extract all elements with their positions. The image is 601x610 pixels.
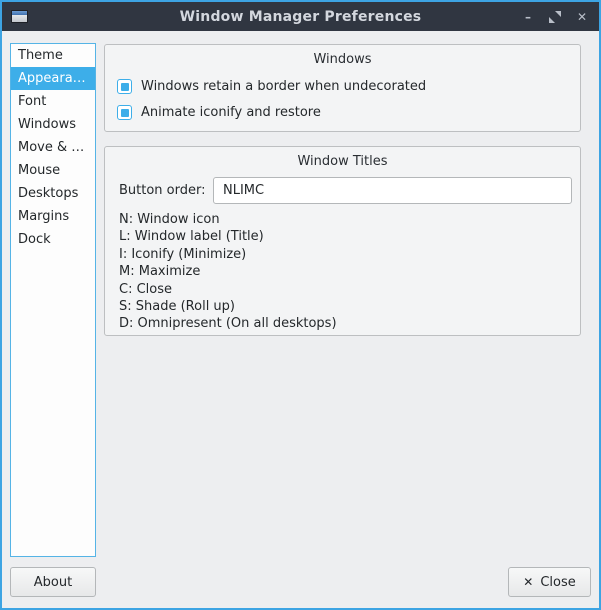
close-button[interactable]: ✕ Close	[508, 567, 591, 597]
window-title: Window Manager Preferences	[2, 9, 599, 25]
animate-iconify-option[interactable]: Animate iconify and restore	[117, 105, 580, 120]
maximize-button[interactable]	[546, 8, 564, 26]
undecorated-border-option[interactable]: Windows retain a border when undecorated	[117, 79, 580, 94]
legend-line: D: Omnipresent (On all desktops)	[119, 315, 337, 332]
close-button-label: Close	[540, 575, 575, 590]
legend-line: S: Shade (Roll up)	[119, 298, 337, 315]
sidebar-item-windows[interactable]: Windows	[11, 113, 95, 136]
windows-group-title: Windows	[105, 52, 580, 67]
button-order-row: Button order:	[119, 177, 572, 204]
sidebar-item-appearance[interactable]: Appeara…	[11, 67, 95, 90]
undecorated-border-checkbox[interactable]	[117, 79, 132, 94]
window-app-icon	[11, 10, 28, 23]
legend-line: I: Iconify (Minimize)	[119, 246, 337, 263]
windows-group: Windows Windows retain a border when und…	[104, 44, 581, 132]
animate-iconify-label: Animate iconify and restore	[141, 105, 321, 120]
sidebar-item-move-resize[interactable]: Move & …	[11, 136, 95, 159]
titlebar[interactable]: Window Manager Preferences – ✕	[2, 2, 599, 31]
legend-line: L: Window label (Title)	[119, 228, 337, 245]
animate-iconify-checkbox[interactable]	[117, 105, 132, 120]
sidebar-item-dock[interactable]: Dock	[11, 228, 95, 251]
button-order-input[interactable]	[213, 177, 572, 204]
close-window-button[interactable]: ✕	[573, 8, 591, 26]
minimize-button[interactable]: –	[519, 8, 537, 26]
sidebar-item-desktops[interactable]: Desktops	[11, 182, 95, 205]
legend-line: M: Maximize	[119, 263, 337, 280]
button-order-label: Button order:	[119, 183, 206, 198]
undecorated-border-label: Windows retain a border when undecorated	[141, 79, 426, 94]
close-button-icon: ✕	[523, 575, 533, 589]
about-button[interactable]: About	[10, 567, 96, 597]
sidebar-item-mouse[interactable]: Mouse	[11, 159, 95, 182]
window-manager-preferences-dialog: Window Manager Preferences – ✕ Theme App…	[0, 0, 601, 610]
category-list: Theme Appeara… Font Windows Move & … Mou…	[10, 43, 96, 557]
close-window-icon: ✕	[577, 10, 587, 24]
sidebar-item-margins[interactable]: Margins	[11, 205, 95, 228]
window-titles-group: Window Titles Button order: N: Window ic…	[104, 146, 581, 336]
titlebar-buttons: – ✕	[519, 2, 591, 31]
maximize-icon	[549, 11, 561, 23]
window-titles-group-title: Window Titles	[105, 154, 580, 169]
sidebar-item-font[interactable]: Font	[11, 90, 95, 113]
legend-line: C: Close	[119, 281, 337, 298]
sidebar-item-theme[interactable]: Theme	[11, 44, 95, 67]
minimize-icon: –	[525, 10, 531, 24]
about-button-label: About	[34, 575, 72, 590]
button-order-legend: N: Window icon L: Window label (Title) I…	[119, 211, 337, 333]
legend-line: N: Window icon	[119, 211, 337, 228]
